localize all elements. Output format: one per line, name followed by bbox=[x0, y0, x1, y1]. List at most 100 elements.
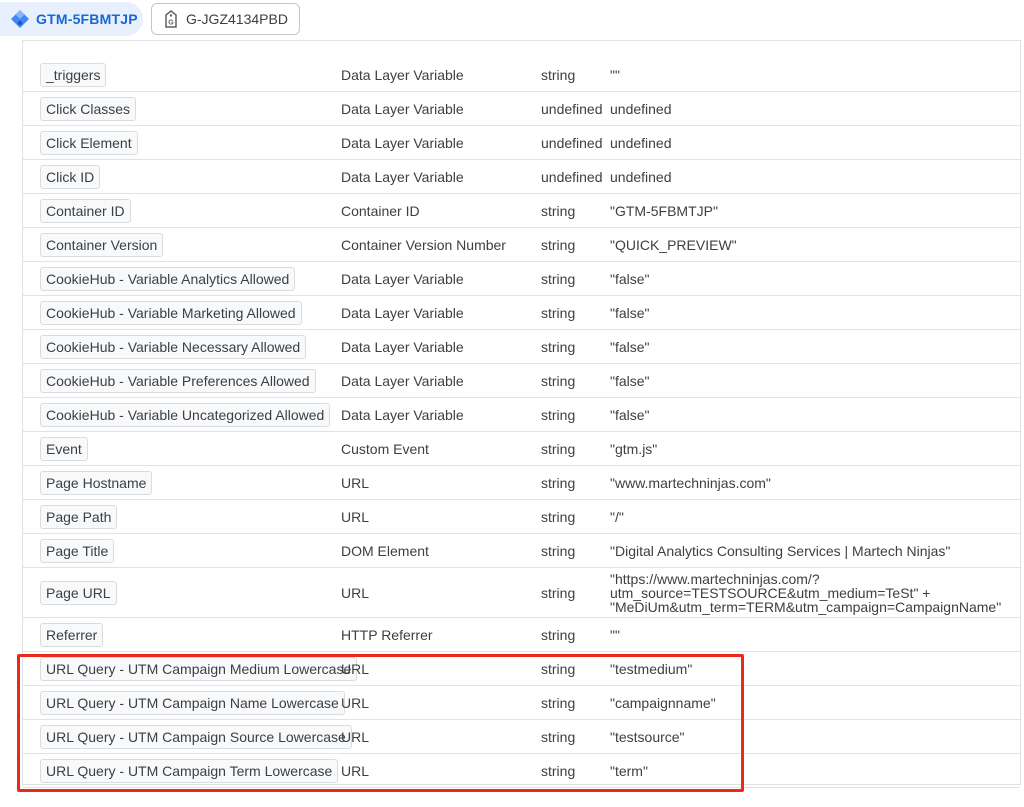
variable-type-cell-text: URL bbox=[341, 694, 370, 711]
variable-type-cell-text: DOM Element bbox=[341, 542, 429, 559]
variable-value-cell-text: "gtm.js" bbox=[610, 440, 658, 457]
variable-name-chip[interactable]: CookieHub - Variable Uncategorized Allow… bbox=[40, 402, 331, 427]
variable-name-chip[interactable]: Click Element bbox=[40, 130, 138, 155]
variable-type-cell-text: Container Version Number bbox=[341, 236, 506, 253]
variable-value-cell-text: undefined bbox=[610, 134, 672, 151]
variable-datatype-cell: string bbox=[541, 296, 575, 329]
variable-type-cell-text: Data Layer Variable bbox=[341, 168, 464, 185]
tab-gtm-container[interactable]: GTM-5FBMTJP bbox=[0, 2, 143, 36]
variable-name-cell: CookieHub - Variable Preferences Allowed bbox=[40, 364, 316, 397]
variable-name-cell: Page Title bbox=[40, 534, 115, 567]
variable-type-cell: URL bbox=[341, 466, 369, 499]
variable-name-cell: CookieHub - Variable Necessary Allowed bbox=[40, 330, 307, 363]
variable-type-cell: Data Layer Variable bbox=[341, 398, 464, 431]
variable-name-chip[interactable]: CookieHub - Variable Necessary Allowed bbox=[40, 334, 307, 359]
variable-name-chip[interactable]: CookieHub - Variable Preferences Allowed bbox=[40, 368, 316, 393]
variable-value-cell: "false" bbox=[610, 364, 1000, 397]
variable-type-cell: Data Layer Variable bbox=[341, 126, 464, 159]
variable-row: Event Custom Event string "gtm.js" bbox=[23, 432, 1020, 466]
variable-type-cell: URL bbox=[341, 568, 369, 617]
variable-type-cell-text: Data Layer Variable bbox=[341, 372, 464, 389]
variable-row: CookieHub - Variable Analytics Allowed Da… bbox=[23, 262, 1020, 296]
variable-value-cell-text: "www.martechninjas.com" bbox=[610, 474, 771, 491]
variable-row: _triggers Data Layer Variable string "" bbox=[23, 58, 1020, 92]
variable-type-cell: Data Layer Variable bbox=[341, 58, 464, 91]
variable-name-chip[interactable]: Page Title bbox=[40, 538, 115, 563]
variable-row: Container ID Container ID string "GTM-5FBMT… bbox=[23, 194, 1020, 228]
variable-datatype-cell-text: string bbox=[541, 694, 576, 711]
variable-name-chip[interactable]: URL Query - UTM Campaign Source Lowercas… bbox=[40, 724, 352, 749]
variable-value-cell: "false" bbox=[610, 296, 1000, 329]
variable-row: Referrer HTTP Referrer string "" bbox=[23, 618, 1020, 652]
variable-datatype-cell: string bbox=[541, 534, 575, 567]
variable-row: Click Element Data Layer Variable undefine… bbox=[23, 126, 1020, 160]
variable-datatype-cell: string bbox=[541, 58, 575, 91]
variable-name-chip[interactable]: Click Classes bbox=[40, 96, 137, 121]
variable-type-cell-text: URL bbox=[341, 728, 370, 745]
variable-row: URL Query - UTM Campaign Medium Lowercas… bbox=[23, 652, 1020, 686]
variable-type-cell: Custom Event bbox=[341, 432, 429, 465]
variable-name-chip[interactable]: URL Query - UTM Campaign Name Lowercase bbox=[40, 690, 345, 715]
tab-ga-property[interactable]: G G-JGZ4134PBD bbox=[151, 3, 300, 35]
variable-name-cell: Container Version bbox=[40, 228, 164, 261]
variable-type-cell-text: URL bbox=[341, 762, 370, 779]
variable-type-cell: URL bbox=[341, 652, 369, 685]
variable-name-cell: Click Element bbox=[40, 126, 138, 159]
variable-name-chip[interactable]: CookieHub - Variable Marketing Allowed bbox=[40, 300, 302, 325]
tag-icon: G bbox=[164, 10, 178, 28]
variable-value-cell-text: undefined bbox=[610, 168, 672, 185]
variable-value-cell: "false" bbox=[610, 398, 1000, 431]
tab-gtm-label: GTM-5FBMTJP bbox=[36, 11, 138, 27]
variable-row: URL Query - UTM Campaign Term Lowercase U… bbox=[23, 754, 1020, 788]
variable-datatype-cell-text: string bbox=[541, 474, 576, 491]
variable-name-cell: URL Query - UTM Campaign Term Lowercase bbox=[40, 754, 339, 787]
variable-name-chip[interactable]: Container Version bbox=[40, 232, 164, 257]
variable-type-cell: Data Layer Variable bbox=[341, 262, 464, 295]
variable-datatype-cell: string bbox=[541, 686, 575, 719]
variable-name-cell: Container ID bbox=[40, 194, 131, 227]
variable-type-cell-text: URL bbox=[341, 474, 370, 491]
variable-name-cell: Click ID bbox=[40, 160, 101, 193]
variable-name-chip[interactable]: _triggers bbox=[40, 62, 107, 87]
variable-datatype-cell: string bbox=[541, 618, 575, 651]
variable-name-cell: _triggers bbox=[40, 58, 107, 91]
variable-datatype-cell-text: string bbox=[541, 202, 576, 219]
variable-type-cell-text: URL bbox=[341, 584, 370, 601]
variable-value-cell-text: "/" bbox=[610, 508, 624, 525]
variable-value-cell-text: "QUICK_PREVIEW" bbox=[610, 236, 737, 253]
variable-type-cell-text: URL bbox=[341, 660, 370, 677]
tab-ga-label: G-JGZ4134PBD bbox=[186, 11, 288, 27]
variable-type-cell-text: Custom Event bbox=[341, 440, 429, 457]
variable-name-cell: Page Path bbox=[40, 500, 118, 533]
variable-name-chip[interactable]: URL Query - UTM Campaign Medium Lowercas… bbox=[40, 656, 358, 681]
variable-name-chip[interactable]: Event bbox=[40, 436, 88, 461]
variable-value-cell-text: "false" bbox=[610, 338, 650, 355]
variable-datatype-cell-text: string bbox=[541, 762, 576, 779]
variable-value-cell: "QUICK_PREVIEW" bbox=[610, 228, 1000, 261]
variable-name-chip[interactable]: Click ID bbox=[40, 164, 101, 189]
variable-type-cell-text: Data Layer Variable bbox=[341, 304, 464, 321]
variable-datatype-cell: string bbox=[541, 720, 575, 753]
variable-name-chip[interactable]: Referrer bbox=[40, 622, 104, 647]
variable-type-cell-text: Data Layer Variable bbox=[341, 100, 464, 117]
variable-name-cell: Referrer bbox=[40, 618, 104, 651]
variable-name-cell: CookieHub - Variable Marketing Allowed bbox=[40, 296, 302, 329]
variable-datatype-cell-text: string bbox=[541, 584, 576, 601]
variable-name-chip[interactable]: Page Hostname bbox=[40, 470, 153, 495]
variable-type-cell: HTTP Referrer bbox=[341, 618, 433, 651]
variable-type-cell: Data Layer Variable bbox=[341, 160, 464, 193]
variable-name-chip[interactable]: URL Query - UTM Campaign Term Lowercase bbox=[40, 758, 339, 783]
variable-name-chip[interactable]: Page URL bbox=[40, 580, 117, 605]
variable-type-cell: Container ID bbox=[341, 194, 420, 227]
variable-type-cell: Data Layer Variable bbox=[341, 330, 464, 363]
variable-datatype-cell-text: string bbox=[541, 440, 576, 457]
variable-datatype-cell-text: string bbox=[541, 406, 576, 423]
variable-value-cell: "Digital Analytics Consulting Services |… bbox=[610, 534, 1000, 567]
variable-name-chip[interactable]: CookieHub - Variable Analytics Allowed bbox=[40, 266, 296, 291]
variable-name-chip[interactable]: Page Path bbox=[40, 504, 118, 529]
variable-value-cell-text: "campaignname" bbox=[610, 694, 716, 711]
variable-datatype-cell-text: undefined bbox=[541, 168, 603, 185]
variable-datatype-cell: string bbox=[541, 568, 575, 617]
variable-name-chip[interactable]: Container ID bbox=[40, 198, 131, 223]
variable-name-cell: Page Hostname bbox=[40, 466, 153, 499]
